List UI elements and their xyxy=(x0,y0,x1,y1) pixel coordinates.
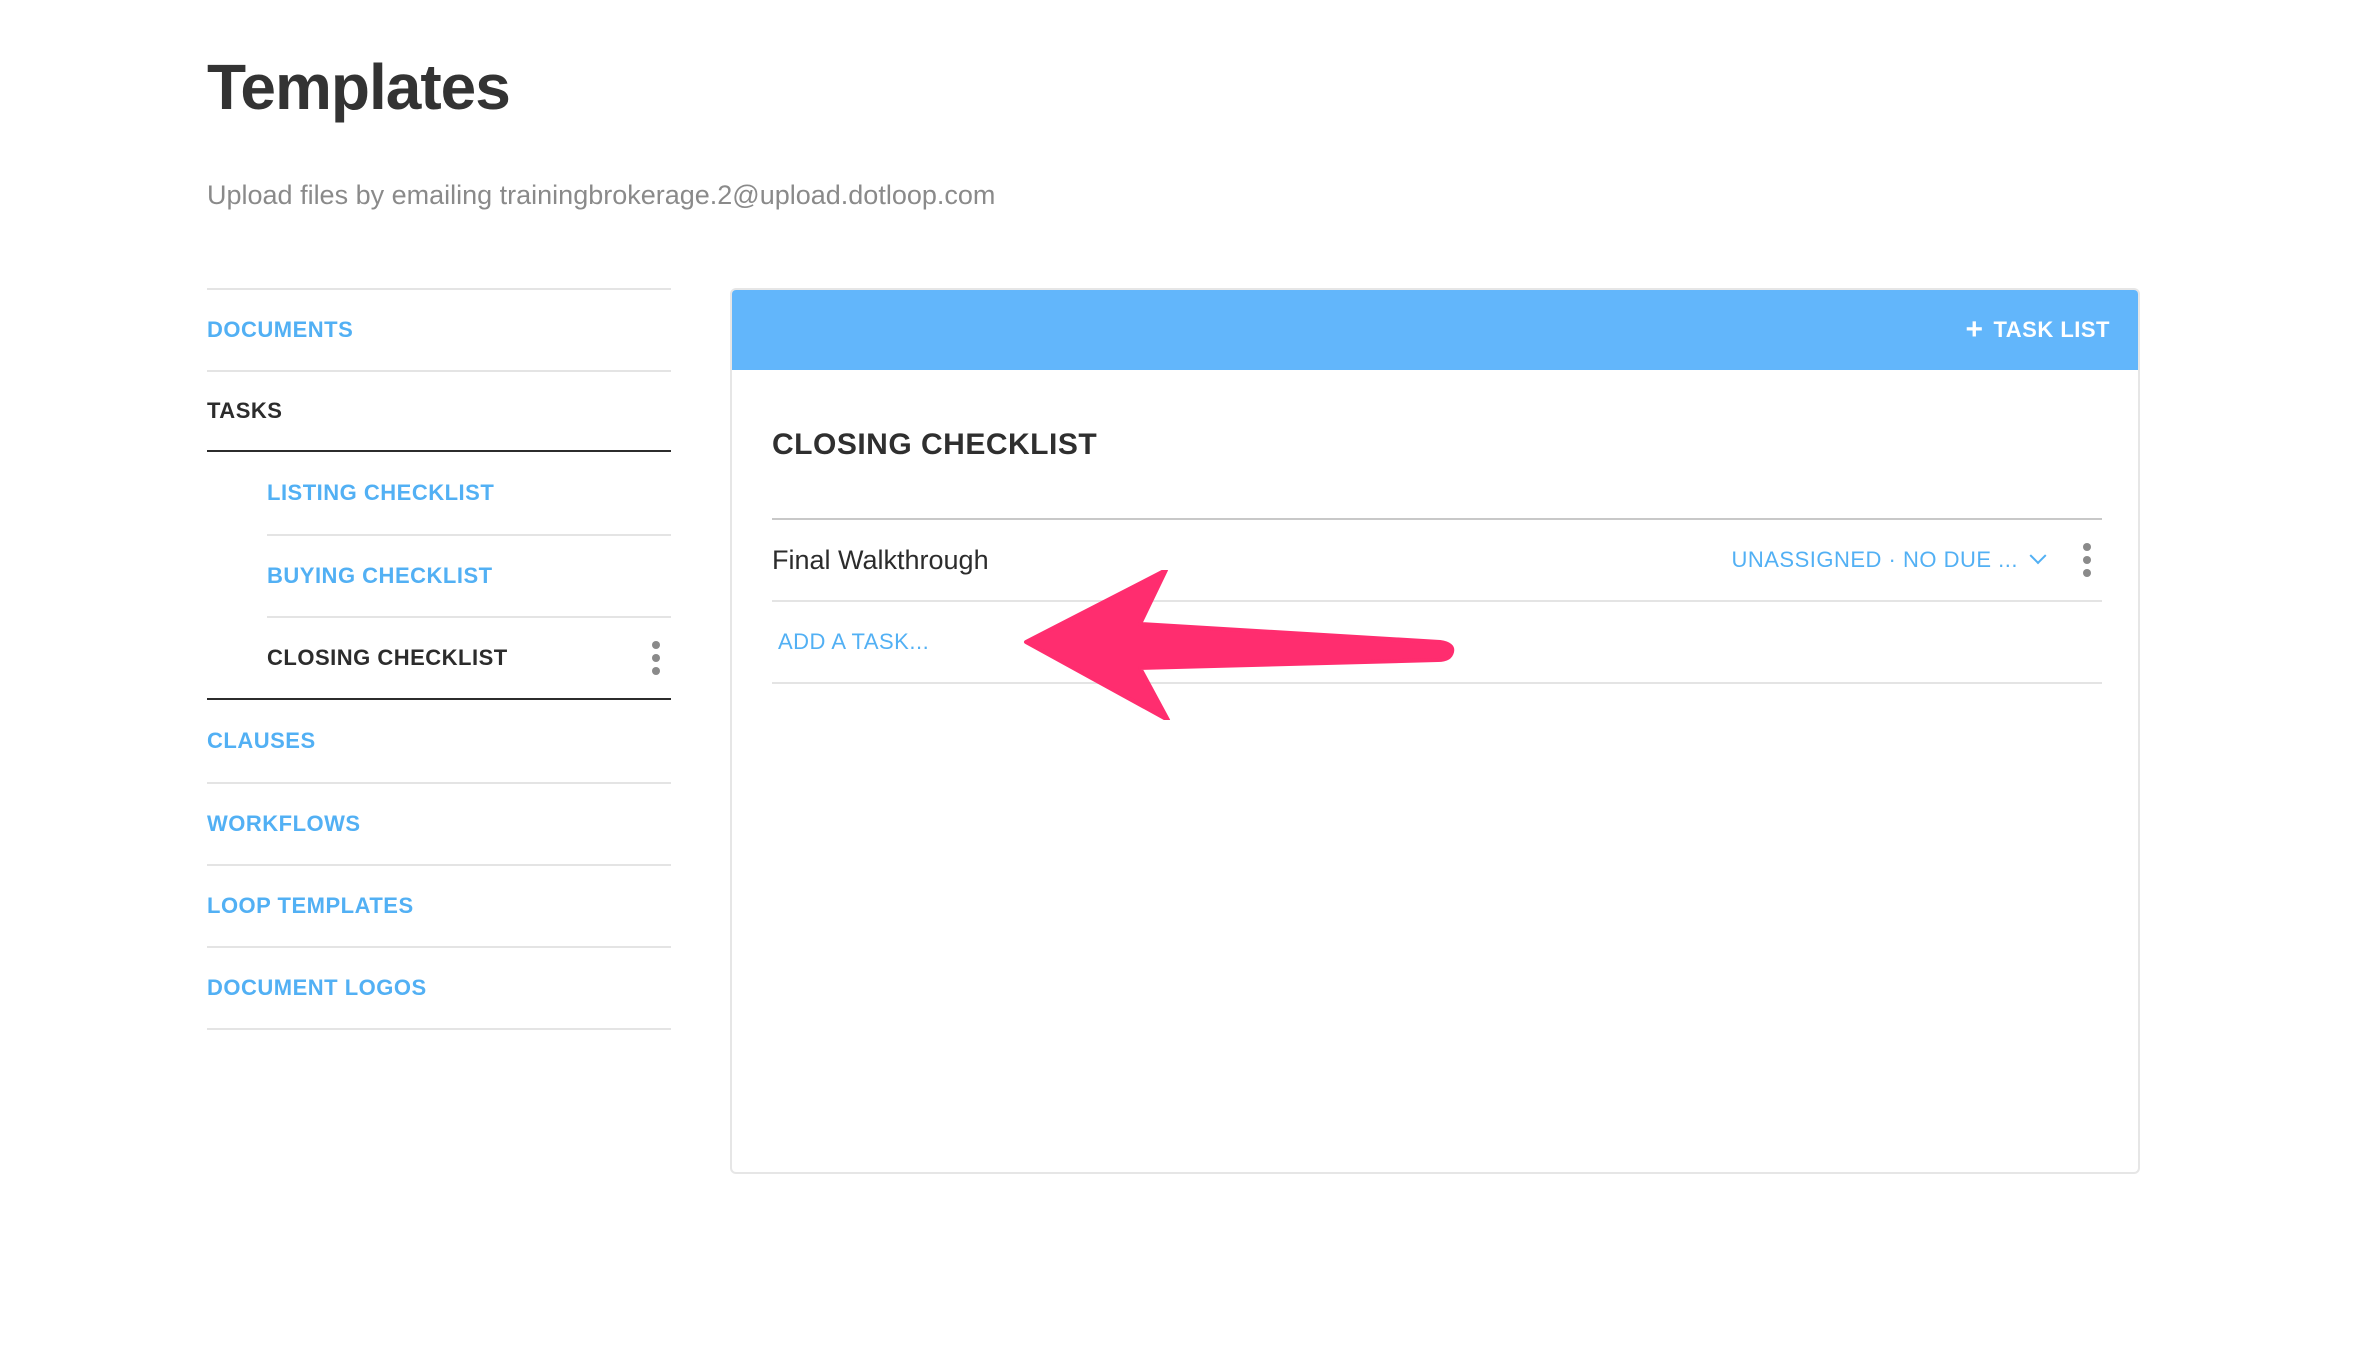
add-task-list-label: TASK LIST xyxy=(1993,317,2110,342)
templates-sidebar: DOCUMENTS TASKS LISTING CHECKLIST BUYING… xyxy=(207,288,671,1030)
task-name[interactable]: Final Walkthrough xyxy=(772,545,989,576)
sidebar-item-label: BUYING CHECKLIST xyxy=(267,563,493,588)
panel-header: + TASK LIST xyxy=(732,290,2138,370)
add-task-input[interactable]: ADD A TASK... xyxy=(772,629,929,655)
assignee-due-label: UNASSIGNED · NO DUE ... xyxy=(1731,547,2018,572)
sidebar-item-workflows[interactable]: WORKFLOWS xyxy=(207,782,671,864)
sidebar-item-listing-checklist[interactable]: LISTING CHECKLIST xyxy=(267,452,671,534)
sidebar-item-clauses[interactable]: CLAUSES xyxy=(207,700,671,782)
chevron-down-icon xyxy=(2029,547,2047,565)
sidebar-divider xyxy=(207,1028,671,1030)
upload-email-hint: Upload files by emailing trainingbrokera… xyxy=(207,180,996,210)
task-list-panel: + TASK LIST CLOSING CHECKLIST Final Walk… xyxy=(730,288,2140,1174)
sidebar-item-label: CLAUSES xyxy=(207,728,316,753)
sidebar-item-document-logos[interactable]: DOCUMENT LOGOS xyxy=(207,946,671,1028)
plus-icon: + xyxy=(1965,313,1984,346)
sidebar-item-label: TASKS xyxy=(207,398,283,423)
annotation-arrow-icon xyxy=(1024,570,1455,720)
sidebar-item-buying-checklist[interactable]: BUYING CHECKLIST xyxy=(267,534,671,616)
task-lists-group: LISTING CHECKLIST BUYING CHECKLIST CLOSI… xyxy=(207,452,671,700)
task-list-title: CLOSING CHECKLIST xyxy=(772,428,1098,461)
sidebar-item-loop-templates[interactable]: LOOP TEMPLATES xyxy=(207,864,671,946)
sidebar-item-label: LISTING CHECKLIST xyxy=(267,480,495,505)
sidebar-item-closing-checklist[interactable]: CLOSING CHECKLIST xyxy=(267,616,671,698)
sidebar-item-label: DOCUMENTS xyxy=(207,317,354,342)
sidebar-item-label: DOCUMENT LOGOS xyxy=(207,975,427,1000)
add-task-list-button[interactable]: + TASK LIST xyxy=(1965,315,2110,345)
sidebar-item-label: LOOP TEMPLATES xyxy=(207,893,414,918)
templates-page: Templates Upload files by emailing train… xyxy=(0,0,2376,1360)
assignee-due-dropdown[interactable]: UNASSIGNED · NO DUE ... xyxy=(1731,547,2047,573)
sidebar-item-tasks[interactable]: TASKS xyxy=(207,370,671,452)
sidebar-item-documents[interactable]: DOCUMENTS xyxy=(207,288,671,370)
more-options-icon[interactable] xyxy=(2082,543,2092,577)
page-title: Templates xyxy=(207,51,511,123)
sidebar-item-label: WORKFLOWS xyxy=(207,811,361,836)
sidebar-item-label: CLOSING CHECKLIST xyxy=(267,645,508,670)
more-options-icon[interactable] xyxy=(651,641,661,675)
